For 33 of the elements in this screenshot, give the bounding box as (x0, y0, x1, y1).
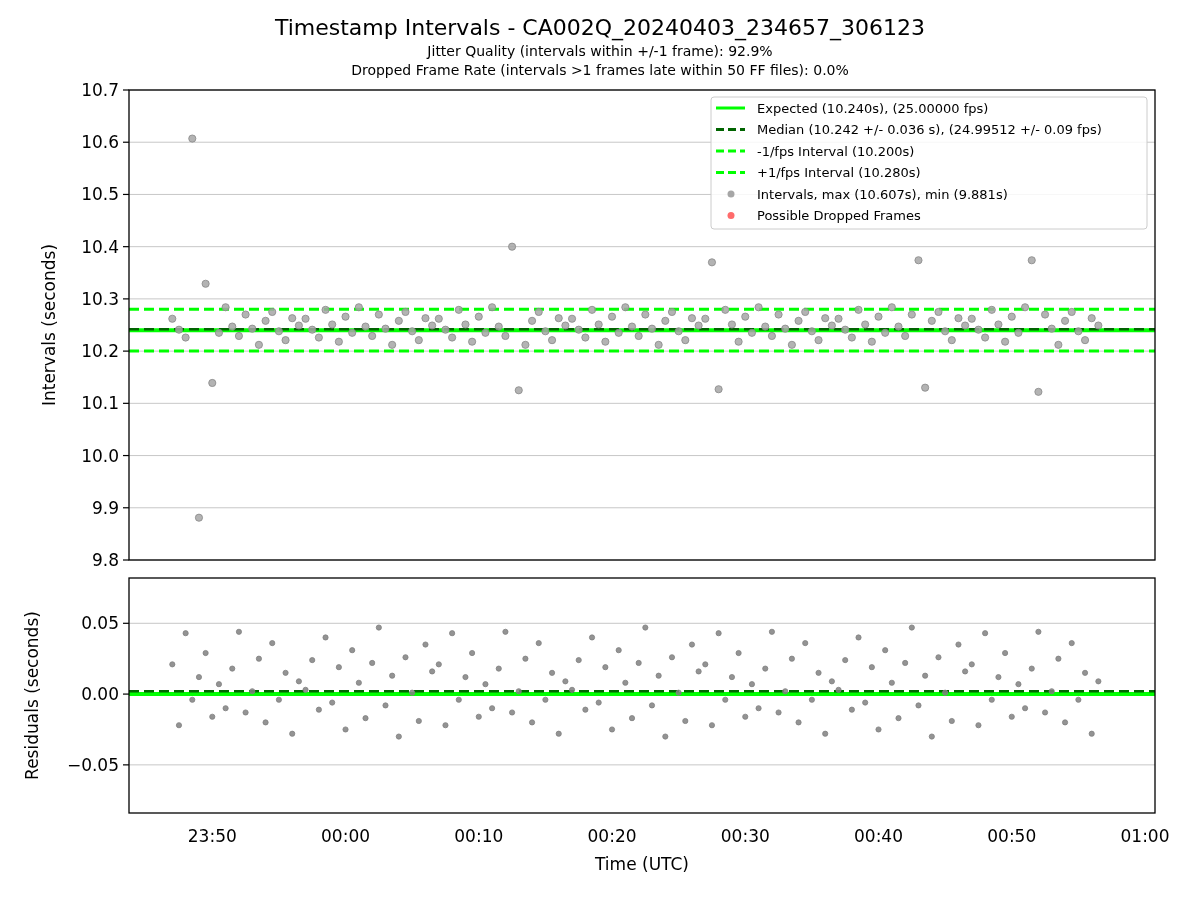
legend-label: -1/fps Interval (10.200s) (757, 143, 915, 159)
tick-label: 10.0 (81, 445, 119, 466)
tick-label: 00:20 (587, 826, 637, 846)
legend-label: Median (10.242 +/- 0.036 s), (24.99512 +/- 0.09 fps) (757, 122, 1102, 137)
tick-label: 10.2 (81, 341, 119, 362)
tick-label: 10.5 (81, 184, 119, 205)
legend-label: Expected (10.240s), (25.00000 fps) (757, 100, 989, 116)
tick-label: 9.9 (91, 497, 119, 518)
axis-title: Intervals (seconds) (39, 243, 59, 407)
tick-label: 10.6 (81, 132, 119, 153)
legend-label: +1/fps Interval (10.280s) (757, 165, 921, 180)
tick-label: 01:00 (1120, 826, 1170, 846)
tick-label: 10.1 (81, 393, 119, 414)
tick-label: 00:00 (321, 826, 371, 846)
tick-label: 00:40 (854, 826, 903, 846)
tick-label: 0.00 (81, 684, 119, 705)
chart-title: Timestamp Intervals - CA002Q_20240403_234657_306123 (274, 14, 926, 42)
tick-label: −0.05 (66, 754, 119, 775)
tick-label: 00:10 (454, 826, 504, 846)
tick-label: 10.4 (81, 236, 119, 257)
chart-subtitle: Dropped Frame Rate (intervals >1 frames late within 50 FF files): 0.0% (351, 61, 849, 80)
tick-label: 00:50 (987, 826, 1037, 846)
tick-label: 23:50 (187, 826, 237, 846)
tick-label: 9.8 (91, 550, 119, 570)
chart-subtitle: Jitter Quality (intervals within +/-1 frame): 92.9% (427, 42, 773, 61)
legend-label: Intervals, max (10.607s), min (9.881s) (757, 186, 1008, 202)
axis-title: Time (UTC) (595, 854, 689, 874)
legend-label: Possible Dropped Frames (757, 208, 921, 223)
tick-label: 0.05 (81, 613, 119, 634)
tick-label: 10.3 (81, 288, 119, 309)
tick-label: 00:30 (720, 826, 770, 846)
tick-label: 10.7 (81, 80, 119, 100)
axis-title: Residuals (seconds) (22, 611, 42, 780)
